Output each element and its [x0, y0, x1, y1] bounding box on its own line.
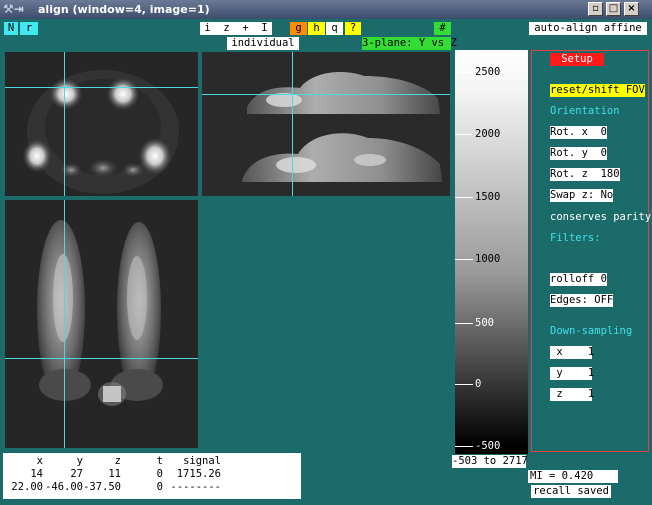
- cursor-info-box: x y z t signal 14 27 11 0 1715.26 22.00 …: [3, 453, 301, 499]
- toolbar-q-button[interactable]: q: [326, 22, 343, 35]
- crosshair-horizontal: [5, 358, 198, 359]
- column-header: t: [156, 455, 163, 467]
- recall-saved-button[interactable]: recall saved: [531, 485, 611, 498]
- app-menu-icon[interactable]: ⚒⇥: [3, 2, 33, 17]
- auto-align-button[interactable]: auto-align affine: [529, 22, 647, 35]
- table-cell: 11: [108, 468, 121, 480]
- orientation-heading: Orientation: [550, 105, 620, 117]
- setup-tab[interactable]: Setup: [550, 53, 604, 66]
- rolloff-button[interactable]: rolloff 0: [550, 273, 607, 286]
- window-title: align (window=4, image=1): [38, 3, 210, 16]
- table-cell: -37.50: [83, 481, 121, 493]
- reset-fov-button[interactable]: reset/shift FOV: [550, 84, 645, 97]
- maximize-icon[interactable]: □: [606, 2, 621, 16]
- toolbar-n-button[interactable]: N: [4, 22, 18, 35]
- plane-mode-button[interactable]: 3-plane: Y vs Z: [362, 37, 457, 50]
- colorbar-tick: 2500: [455, 66, 528, 78]
- colorbar-tick: 2000: [455, 128, 528, 140]
- toolbar-iz-button[interactable]: i z + I: [200, 22, 272, 35]
- coronal-view[interactable]: [5, 200, 198, 448]
- colorbar-tick: 1500: [455, 191, 528, 203]
- sagittal-view[interactable]: [202, 52, 450, 196]
- filters-heading: Filters:: [550, 232, 601, 244]
- table-cell: 14: [30, 468, 43, 480]
- table-cell: 27: [70, 468, 83, 480]
- column-header: x: [36, 455, 43, 467]
- downsample-z-button[interactable]: z 1: [550, 388, 594, 401]
- rot-z-button[interactable]: Rot. z 180: [550, 168, 620, 181]
- toolbar-help-button[interactable]: ?: [345, 22, 361, 35]
- colorbar-tick: 500: [455, 317, 528, 329]
- swap-z-button[interactable]: Swap z: No: [550, 189, 614, 202]
- close-icon[interactable]: ×: [624, 2, 639, 16]
- downsampling-heading: Down-sampling: [550, 325, 633, 337]
- rot-x-button[interactable]: Rot. x 0: [550, 126, 607, 139]
- toolbar-hash-button[interactable]: #: [434, 22, 451, 35]
- crosshair-vertical: [64, 52, 65, 196]
- column-header: y: [76, 455, 83, 467]
- crosshair-horizontal: [202, 94, 450, 95]
- axial-image: [5, 52, 198, 196]
- conserves-parity-label: conserves parity: [550, 211, 652, 223]
- downsample-y-button[interactable]: y 1: [550, 367, 594, 380]
- colorbar[interactable]: 2500 2000 1500 1000 500 0 -500: [455, 50, 528, 454]
- title-bar: ⚒⇥ align (window=4, image=1) ▫ □ ×: [0, 0, 652, 19]
- colorbar-tick: -500: [455, 440, 528, 452]
- cursor-info-table: x y z t signal 14 27 11 0 1715.26 22.00 …: [5, 455, 221, 494]
- colorbar-tick: 0: [455, 378, 528, 390]
- crosshair-horizontal: [5, 87, 198, 88]
- table-cell: 22.00: [11, 481, 43, 493]
- setup-panel: Setup reset/shift FOV Orientation Rot. x…: [531, 50, 652, 452]
- rot-y-button[interactable]: Rot. y 0: [550, 147, 607, 160]
- downsample-x-button[interactable]: x 1: [550, 346, 594, 359]
- table-cell: --------: [170, 481, 221, 493]
- mi-value-label: MI = 0.420: [528, 470, 618, 483]
- toolbar-r-button[interactable]: r: [20, 22, 38, 35]
- colorbar-tick: 1000: [455, 253, 528, 265]
- table-cell: 1715.26: [176, 468, 221, 480]
- crosshair-vertical: [292, 52, 293, 196]
- table-cell: 0: [156, 481, 163, 493]
- toolbar-g-button[interactable]: g: [290, 22, 307, 35]
- table-row: 14 27 11 0 1715.26: [5, 468, 221, 481]
- table-cell: 0: [156, 468, 163, 480]
- table-header-row: x y z t signal: [5, 455, 221, 468]
- coronal-image: [5, 200, 198, 448]
- crosshair-vertical: [64, 200, 65, 448]
- table-cell: -46.00: [45, 481, 83, 493]
- axial-view[interactable]: [5, 52, 198, 196]
- individual-button[interactable]: individual: [227, 37, 299, 50]
- sagittal-image: [202, 52, 450, 196]
- table-row: 22.00 -46.00 -37.50 0 --------: [5, 481, 221, 494]
- toolbar-h-button[interactable]: h: [308, 22, 325, 35]
- colorbar-range-label[interactable]: -503 to 2717: [452, 455, 528, 468]
- minimize-icon[interactable]: ▫: [588, 2, 603, 16]
- column-header: signal: [183, 455, 221, 467]
- edges-button[interactable]: Edges: OFF: [550, 294, 614, 307]
- column-header: z: [114, 455, 121, 467]
